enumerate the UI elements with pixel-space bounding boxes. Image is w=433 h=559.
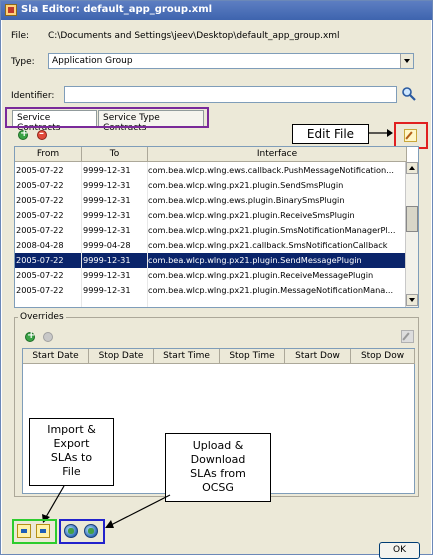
ok-button[interactable]: OK [379, 542, 420, 559]
edit-file-arrow [369, 129, 393, 137]
column-header-stop-dow[interactable]: Stop Dow [351, 349, 415, 364]
cell-to: 9999-12-31 [83, 180, 131, 190]
cell-interface: com.bea.wlcp.wlng.ews.plugin.BinarySmsPl… [148, 195, 345, 205]
cell-from: 2005-07-22 [16, 285, 64, 295]
file-path: C:\Documents and Settings\jeev\Desktop\d… [48, 31, 340, 41]
table-row[interactable]: 2005-07-22 9999-12-31 com.bea.wlcp.wlng.ew… [15, 193, 407, 208]
search-icon[interactable] [401, 86, 417, 102]
type-select-value: Application Group [52, 56, 133, 66]
cell-from: 2008-04-28 [16, 240, 64, 250]
remove-contract-icon[interactable] [37, 128, 47, 140]
export-file-icon[interactable] [36, 524, 50, 538]
title-bar[interactable]: Sla Editor: default_app_group.xml [1, 1, 432, 20]
column-divider [81, 162, 82, 307]
upload-globe-icon[interactable] [64, 524, 78, 538]
vertical-scrollbar[interactable] [405, 162, 418, 307]
window-title: Sla Editor: default_app_group.xml [21, 4, 213, 15]
remove-override-icon[interactable] [43, 332, 53, 342]
cell-from: 2005-07-22 [16, 210, 64, 220]
table-row[interactable]: 2005-07-22 9999-12-31 com.bea.wlcp.wlng.px… [15, 223, 407, 238]
cell-interface: com.bea.wlcp.wlng.px21.plugin.ReceiveMes… [148, 270, 374, 280]
scroll-up-icon[interactable] [406, 162, 418, 174]
cell-from: 2005-07-22 [16, 195, 64, 205]
edit-override-icon[interactable] [401, 330, 414, 343]
identifier-input[interactable] [64, 86, 397, 103]
import-export-callout: Import & Export SLAs to File [29, 418, 114, 486]
cell-interface: com.bea.wlcp.wlng.px21.plugin.MessageNot… [148, 285, 394, 295]
cell-to: 9999-12-31 [83, 195, 131, 205]
cell-interface: com.bea.wlcp.wlng.px21.callback.SmsNotif… [148, 240, 388, 250]
cell-to: 9999-12-31 [83, 165, 131, 175]
table-row[interactable]: 2005-07-22 9999-12-31 com.bea.wlcp.wlng.px… [15, 178, 407, 193]
service-contracts-table: From To Interface 2005-07-22 9999-12-31 co… [14, 146, 419, 308]
dialog-body: File: C:\Documents and Settings\jeev\Des… [2, 20, 431, 559]
cell-to: 9999-04-28 [83, 240, 131, 250]
sla-editor-window: Sla Editor: default_app_group.xml File: … [0, 0, 433, 559]
column-header-interface[interactable]: Interface [148, 147, 407, 162]
type-select[interactable]: Application Group [48, 53, 414, 69]
column-divider [147, 162, 148, 307]
upload-download-callout: Upload & Download SLAs from OCSG [165, 433, 271, 502]
column-header-start-dow[interactable]: Start Dow [285, 349, 351, 364]
add-contract-icon[interactable] [18, 128, 28, 140]
cell-to: 9999-12-31 [83, 255, 131, 265]
identifier-label: Identifier: [11, 91, 55, 101]
cell-interface: com.bea.wlcp.wlng.px21.plugin.SendMessag… [148, 255, 362, 265]
cell-to: 9999-12-31 [83, 270, 131, 280]
edit-file-callout: Edit File [292, 124, 369, 144]
type-label: Type: [11, 57, 35, 67]
cell-from: 2005-07-22 [16, 165, 64, 175]
import-file-icon[interactable] [17, 524, 31, 538]
cell-to: 9999-12-31 [83, 285, 131, 295]
cell-to: 9999-12-31 [83, 225, 131, 235]
cell-from: 2005-07-22 [16, 180, 64, 190]
scroll-thumb[interactable] [406, 206, 418, 232]
scroll-down-icon[interactable] [406, 294, 418, 306]
file-label: File: [11, 31, 30, 41]
column-header-to[interactable]: To [82, 147, 148, 162]
app-icon [5, 4, 17, 16]
column-header-start-time[interactable]: Start Time [154, 349, 220, 364]
table-row[interactable]: 2005-07-22 9999-12-31 com.bea.wlcp.wlng.px… [15, 208, 407, 223]
column-header-start-date[interactable]: Start Date [23, 349, 89, 364]
table-row[interactable]: 2008-04-28 9999-04-28 com.bea.wlcp.wlng.px… [15, 238, 407, 253]
download-globe-icon[interactable] [84, 524, 98, 538]
add-override-icon[interactable] [25, 330, 35, 342]
edit-file-icon[interactable] [404, 129, 417, 142]
cell-interface: com.bea.wlcp.wlng.ews.callback.PushMessa… [148, 165, 395, 175]
column-header-from[interactable]: From [15, 147, 82, 162]
table-row[interactable]: 2005-07-22 9999-12-31 com.bea.wlcp.wlng.px… [15, 283, 407, 298]
cell-from: 2005-07-22 [16, 255, 64, 265]
chevron-down-icon[interactable] [400, 54, 413, 68]
cell-interface: com.bea.wlcp.wlng.px21.plugin.SmsNotific… [148, 225, 396, 235]
column-header-stop-time[interactable]: Stop Time [220, 349, 285, 364]
cell-to: 9999-12-31 [83, 210, 131, 220]
tabs-highlight-box [5, 107, 209, 128]
table-row[interactable]: 2005-07-22 9999-12-31 com.bea.wlcp.wlng.ew… [15, 163, 407, 178]
column-header-stop-date[interactable]: Stop Date [89, 349, 154, 364]
overrides-legend: Overrides [18, 312, 66, 322]
cell-from: 2005-07-22 [16, 225, 64, 235]
cell-interface: com.bea.wlcp.wlng.px21.plugin.ReceiveSms… [148, 210, 355, 220]
table-row[interactable]: 2005-07-22 9999-12-31 com.bea.wlcp.wlng.px… [15, 253, 407, 268]
cell-from: 2005-07-22 [16, 270, 64, 280]
cell-interface: com.bea.wlcp.wlng.px21.plugin.SendSmsPlu… [148, 180, 344, 190]
table-row[interactable]: 2005-07-22 9999-12-31 com.bea.wlcp.wlng.px… [15, 268, 407, 283]
